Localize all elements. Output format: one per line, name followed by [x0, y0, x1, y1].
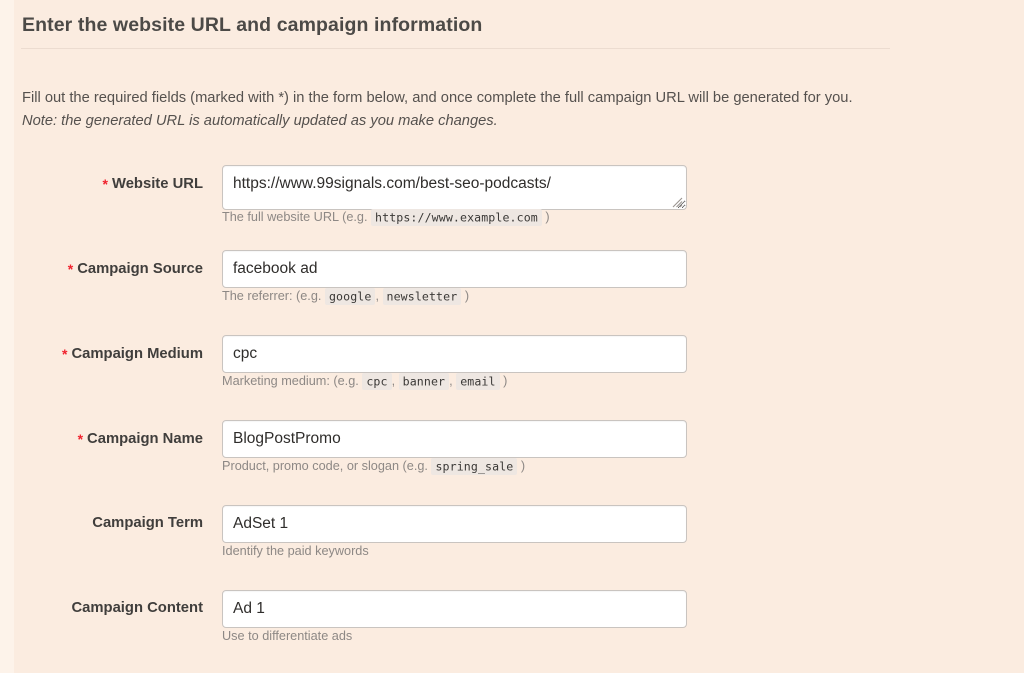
help-prefix: The full website URL (e.g. [222, 210, 368, 224]
help-suffix: ) [517, 459, 525, 473]
help-example-chip: cpc [362, 373, 391, 390]
help-suffix: ) [500, 374, 508, 388]
label-campaign-content: Campaign Content [0, 600, 203, 616]
help-prefix: The referrer: (e.g. [222, 289, 321, 303]
page-title: Enter the website URL and campaign infor… [22, 14, 482, 37]
help-prefix: Identify the paid keywords [222, 544, 369, 558]
input-campaign-source[interactable] [222, 250, 687, 288]
title-divider [21, 48, 890, 49]
label-text: Campaign Term [92, 515, 203, 531]
help-chip-separator: , [392, 374, 396, 388]
field-wrapper-campaign-term [222, 505, 687, 543]
label-text: Website URL [112, 176, 203, 192]
label-text: Campaign Medium [71, 346, 203, 362]
label-campaign-source: *Campaign Source [0, 260, 203, 277]
field-wrapper-campaign-medium [222, 335, 687, 373]
campaign-form: *Website URLThe full website URL (e.g. h… [0, 160, 1024, 660]
field-wrapper-campaign-content [222, 590, 687, 628]
form-row-campaign-term: Campaign Term Identify the paid keywords [0, 500, 1024, 585]
label-text: Campaign Content [71, 600, 203, 616]
help-prefix: Product, promo code, or slogan (e.g. [222, 459, 428, 473]
required-asterisk-icon: * [103, 176, 108, 192]
help-example-chip: banner [399, 373, 449, 390]
help-suffix: ) [461, 289, 469, 303]
help-prefix: Use to differentiate ads [222, 629, 352, 643]
help-example-chip: newsletter [383, 288, 462, 305]
intro-main-text: Fill out the required fields (marked wit… [22, 90, 853, 106]
intro-note-text: Note: the generated URL is automatically… [22, 113, 498, 129]
label-website-url: *Website URL [0, 175, 203, 192]
help-text-campaign-name: Product, promo code, or slogan (e.g. spr… [222, 459, 525, 473]
help-text-campaign-source: The referrer: (e.g. google, newsletter ) [222, 289, 469, 303]
input-campaign-name[interactable] [222, 420, 687, 458]
label-campaign-medium: *Campaign Medium [0, 345, 203, 362]
required-asterisk-icon: * [78, 431, 83, 447]
help-chip-separator: , [449, 374, 453, 388]
help-text-website-url: The full website URL (e.g. https://www.e… [222, 210, 550, 224]
required-asterisk-icon: * [68, 261, 73, 277]
help-prefix: Marketing medium: (e.g. [222, 374, 359, 388]
form-row-campaign-name: *Campaign Name Product, promo code, or sl… [0, 415, 1024, 500]
form-row-campaign-content: Campaign Content Use to differentiate ads [0, 585, 1024, 660]
input-website-url[interactable] [222, 165, 687, 210]
input-campaign-content[interactable] [222, 590, 687, 628]
form-row-campaign-source: *Campaign Source The referrer: (e.g. goog… [0, 245, 1024, 330]
label-campaign-term: Campaign Term [0, 515, 203, 531]
help-example-chip: email [456, 373, 499, 390]
help-suffix: ) [542, 210, 550, 224]
help-example-chip: https://www.example.com [371, 209, 542, 226]
intro-paragraph: Fill out the required fields (marked wit… [22, 87, 884, 133]
help-text-campaign-term: Identify the paid keywords [222, 544, 369, 558]
field-wrapper-campaign-source [222, 250, 687, 288]
label-text: Campaign Source [77, 261, 203, 277]
help-text-campaign-content: Use to differentiate ads [222, 629, 352, 643]
form-row-website-url: *Website URL The full website URL (e.g. h… [0, 160, 1024, 245]
help-text-campaign-medium: Marketing medium: (e.g. cpc, banner, ema… [222, 374, 507, 388]
field-wrapper-website-url [222, 165, 687, 210]
input-campaign-term[interactable] [222, 505, 687, 543]
help-chip-separator: , [375, 289, 379, 303]
input-campaign-medium[interactable] [222, 335, 687, 373]
help-example-chip: google [325, 288, 375, 305]
help-example-chip: spring_sale [431, 458, 517, 475]
field-wrapper-campaign-name [222, 420, 687, 458]
label-text: Campaign Name [87, 431, 203, 447]
form-row-campaign-medium: *Campaign Medium Marketing medium: (e.g. … [0, 330, 1024, 415]
label-campaign-name: *Campaign Name [0, 430, 203, 447]
required-asterisk-icon: * [62, 346, 67, 362]
campaign-url-builder-page: Enter the website URL and campaign infor… [0, 0, 1024, 673]
